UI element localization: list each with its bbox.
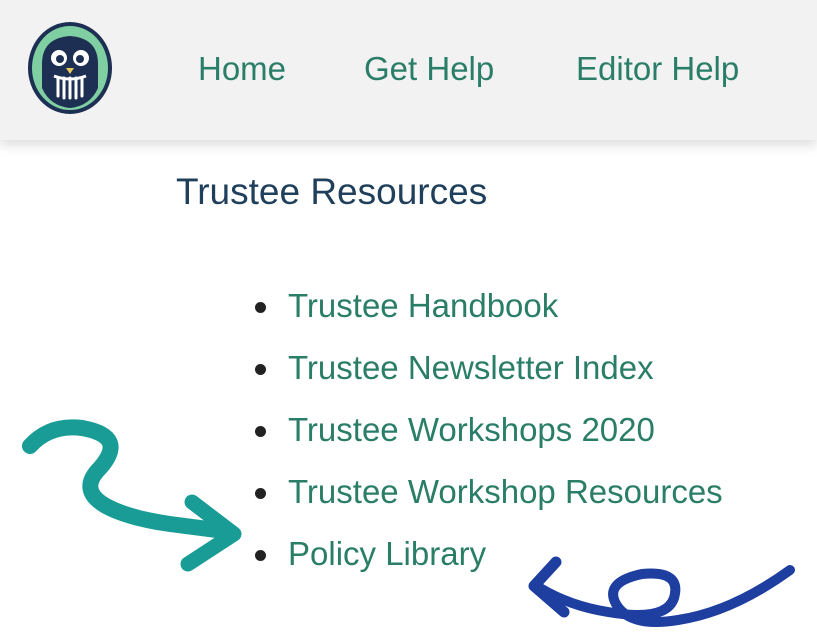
top-nav-bar: Home Get Help Editor Help (0, 0, 817, 140)
owl-logo-icon[interactable] (28, 22, 112, 114)
bullet-icon (255, 364, 266, 375)
link-policy-library[interactable]: Policy Library (288, 535, 486, 572)
bullet-icon (255, 488, 266, 499)
list-item: Trustee Workshop Resources (246, 470, 723, 532)
link-trustee-handbook[interactable]: Trustee Handbook (288, 287, 558, 324)
resource-list: Trustee Handbook Trustee Newsletter Inde… (246, 284, 723, 594)
curly-arrow-right-icon (22, 419, 242, 572)
bullet-icon (255, 550, 266, 561)
list-item: Trustee Handbook (246, 284, 723, 346)
page-title: Trustee Resources (176, 171, 488, 212)
page: Home Get Help Editor Help Trustee Resour… (0, 0, 817, 639)
link-trustee-workshop-resources[interactable]: Trustee Workshop Resources (288, 473, 723, 510)
list-item: Trustee Newsletter Index (246, 346, 723, 408)
list-item: Trustee Workshops 2020 (246, 408, 723, 470)
link-trustee-newsletter-index[interactable]: Trustee Newsletter Index (288, 349, 654, 386)
link-trustee-workshops-2020[interactable]: Trustee Workshops 2020 (288, 411, 655, 448)
nav-get-help[interactable]: Get Help (364, 47, 494, 91)
list-item: Policy Library (246, 532, 723, 594)
bullet-icon (255, 426, 266, 437)
nav-editor-help[interactable]: Editor Help (576, 47, 739, 91)
bullet-icon (255, 302, 266, 313)
nav-home[interactable]: Home (198, 47, 286, 91)
